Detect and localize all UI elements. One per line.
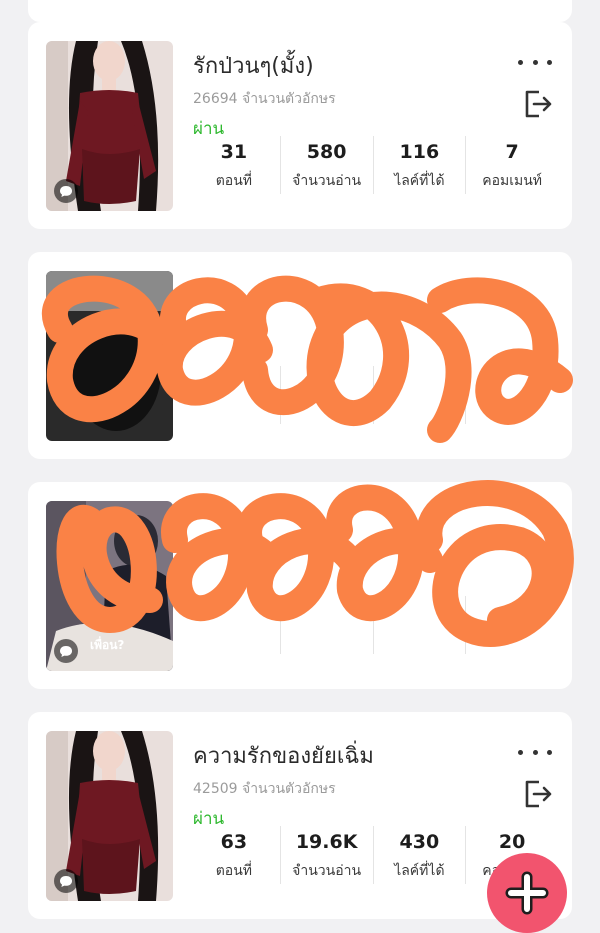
stat-comments: [466, 596, 558, 654]
more-options-button[interactable]: [518, 742, 552, 762]
stat-value: 20: [498, 831, 526, 853]
work-title[interactable]: ความรักของยัยเฉิ่ม: [193, 738, 374, 773]
work-card[interactable]: รักป่วนๆ(มั้ง) 26694 จำนวนตัวอักษร ผ่าน …: [28, 22, 572, 229]
book-cover[interactable]: [46, 731, 173, 901]
stat-label: ไลค์ที่ได้: [394, 863, 445, 879]
exit-button[interactable]: [522, 778, 554, 810]
work-card-top-partial[interactable]: [28, 0, 572, 22]
stat-value: 580: [306, 141, 347, 163]
stat-label: จำนวนอ่าน: [292, 863, 362, 879]
stat-reads: [281, 596, 374, 654]
work-card[interactable]: เพื่อน?: [28, 482, 572, 689]
stat-label: ตอนที่: [215, 173, 253, 189]
my-works-page: รักป่วนๆ(มั้ง) 26694 จำนวนตัวอักษร ผ่าน …: [0, 0, 600, 933]
stat-value: 63: [220, 831, 248, 853]
comment-bubble-icon: [54, 639, 78, 663]
add-work-button[interactable]: [487, 853, 567, 933]
cover-caption: เพื่อน?: [90, 638, 125, 652]
exit-icon: [525, 90, 552, 118]
stat-episodes: 63 ตอนที่: [188, 826, 281, 884]
stats-row: [188, 366, 558, 424]
exit-button[interactable]: [522, 88, 554, 120]
stat-likes: 116 ไลค์ที่ได้: [374, 136, 467, 194]
stats-row: 31 ตอนที่ 580 จำนวนอ่าน 116 ไลค์ที่ได้ 7…: [188, 136, 558, 194]
stat-likes: [374, 596, 467, 654]
stat-reads: 19.6K จำนวนอ่าน: [281, 826, 374, 884]
more-options-button[interactable]: [518, 52, 552, 72]
stat-value: 116: [399, 141, 440, 163]
more-dots-icon: [518, 59, 523, 65]
comment-bubble-icon: [54, 869, 78, 893]
stat-label: ตอนที่: [215, 863, 253, 879]
book-cover[interactable]: [46, 41, 173, 211]
plus-icon: [505, 871, 549, 915]
more-dots-icon: [518, 749, 523, 755]
book-cover[interactable]: เพื่อน?: [46, 501, 173, 671]
stat-label: คอมเมนท์: [482, 173, 543, 189]
exit-icon: [525, 780, 552, 808]
work-card[interactable]: [28, 252, 572, 459]
stat-label: จำนวนอ่าน: [292, 173, 362, 189]
stat-likes: [374, 366, 467, 424]
stat-label: ไลค์ที่ได้: [394, 173, 445, 189]
stat-episodes: [188, 596, 281, 654]
comment-bubble-icon: [54, 179, 78, 203]
work-title[interactable]: รักป่วนๆ(มั้ง): [193, 48, 314, 83]
character-count: 42509 จำนวนตัวอักษร: [193, 781, 336, 797]
stat-value: 31: [220, 141, 248, 163]
stat-episodes: 31 ตอนที่: [188, 136, 281, 194]
stat-value: 19.6K: [295, 831, 358, 853]
stat-comments: [466, 366, 558, 424]
stats-row: [188, 596, 558, 654]
stat-likes: 430 ไลค์ที่ได้: [374, 826, 467, 884]
character-count: 26694 จำนวนตัวอักษร: [193, 91, 336, 107]
stat-episodes: [188, 366, 281, 424]
stat-comments: 7 คอมเมนท์: [466, 136, 558, 194]
stat-value: 7: [505, 141, 519, 163]
book-cover[interactable]: [46, 271, 173, 441]
stat-value: 430: [399, 831, 440, 853]
stat-reads: [281, 366, 374, 424]
stat-reads: 580 จำนวนอ่าน: [281, 136, 374, 194]
